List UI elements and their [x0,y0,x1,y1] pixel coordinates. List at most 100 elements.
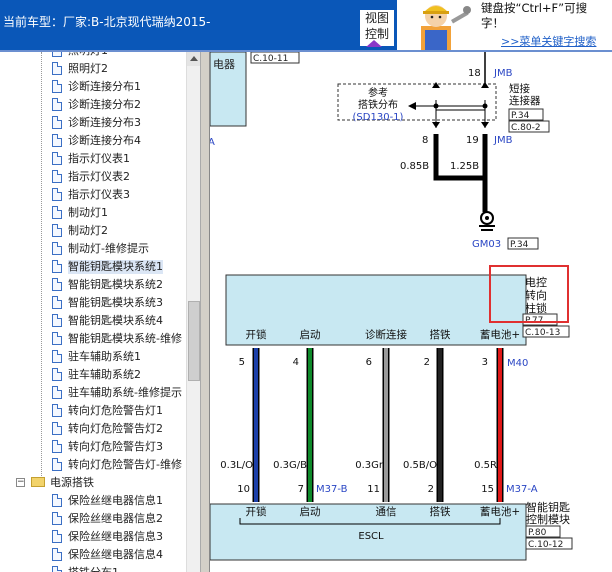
document-icon [52,242,62,255]
tree-item-label: 转向灯危险警告灯-维修 [68,458,182,471]
tree-item[interactable]: 诊断连接分布3 [0,114,186,132]
keyword-search-link[interactable]: >>菜单关键字搜索 [501,33,596,49]
smart-key-module-name: 智能钥匙 [526,500,570,514]
pin-label: 4 [293,357,299,368]
pin-label: 3 [482,357,488,368]
collapse-toggle-icon[interactable]: − [16,478,25,487]
tree-item[interactable]: 指示灯仪表2 [0,168,186,186]
tree-scrollbar[interactable] [186,52,201,572]
document-icon [52,404,62,417]
pin-label: 7 [298,484,304,495]
top-module-text: 电器 [213,58,235,71]
title-bar: 当前车型：厂家:B-北京现代瑞纳2015- 视图 控制 键盘按“Ctrl+F”可… [0,0,612,50]
tree-item-label: 制动灯1 [68,206,108,219]
tree-item[interactable]: 诊断连接分布1 [0,78,186,96]
pin-label: 19 [466,135,479,146]
document-icon [52,62,62,75]
tree-item[interactable]: 保险丝继电器信息1 [0,492,186,510]
ground-icon [485,216,489,220]
tree-item-label: 智能钥匙模块系统2 [68,278,163,291]
tree-item[interactable]: 照明灯1 [0,52,186,60]
tree-item[interactable]: 驻车辅助系统-维修提示 [0,384,186,402]
tree-item-label: 驻车辅助系统-维修提示 [68,386,182,399]
view-control-button[interactable]: 视图 控制 [360,10,394,47]
ref-box-text: 搭铁分布 [358,98,398,111]
tree-item-label: 指示灯仪表1 [68,152,130,165]
tree-item[interactable]: 转向灯危险警告灯3 [0,438,186,456]
tree-item[interactable]: 指示灯仪表3 [0,186,186,204]
junction-dot [433,103,439,109]
escl-label: ESCL [358,531,384,542]
short-connector-label: 连接器 [509,94,541,107]
document-icon [52,134,62,147]
search-hint-panel: 键盘按“Ctrl+F”可搜 字！ >>菜单关键字搜索 [397,0,612,50]
pin-function-label: 蓄电池+ [480,505,520,518]
wire-gauge: 0.5B/O [403,460,437,471]
triangle-icon [366,40,382,47]
tree-folder-label: 电源搭铁 [50,476,94,489]
smart-key-module-name: 控制模块 [526,512,570,526]
tree-item-label: 制动灯-维修提示 [68,242,149,255]
tree-item[interactable]: 照明灯2 [0,60,186,78]
wire-gauge: 0.5R [474,460,497,471]
tree-item[interactable]: 智能钥匙模块系统3 [0,294,186,312]
tree-item-label: 保险丝继电器信息2 [68,512,163,525]
mechanic-mascot-icon [421,5,471,50]
panel-splitter[interactable] [200,52,210,572]
tree-item[interactable]: 制动灯-维修提示 [0,240,186,258]
ref-box-text: (SD130-1) [353,112,404,123]
tree-item[interactable]: 智能钥匙模块系统2 [0,276,186,294]
tree-item[interactable]: 诊断连接分布2 [0,96,186,114]
ref-box-text: 参考 [368,86,388,99]
scroll-up-arrow-icon[interactable] [187,52,201,66]
tree-item[interactable]: 智能钥匙模块系统-维修 [0,330,186,348]
scroll-thumb[interactable] [188,300,200,381]
tree-item[interactable]: 转向灯危险警告灯-维修 [0,456,186,474]
tree-item-label: 指示灯仪表3 [68,188,130,201]
pin-function-label: 开锁 [246,505,267,518]
arrow-icon [432,122,440,128]
tree-item[interactable]: 智能钥匙模块系统4 [0,312,186,330]
pin-label: 2 [428,484,434,495]
escl-module-name: 电控 [525,275,547,289]
edge-letter: A [210,137,215,148]
document-icon [52,494,62,507]
connector-label: M37-B [316,484,348,495]
document-icon [52,314,62,327]
tree-item[interactable]: 制动灯2 [0,222,186,240]
pin-label: 15 [481,484,494,495]
tree-item[interactable]: 制动灯1 [0,204,186,222]
tree-item-label: 驻车辅助系统2 [68,368,141,381]
tree-item[interactable]: 转向灯危险警告灯2 [0,420,186,438]
wire-gauge: 0.3L/O [220,460,253,471]
tree-item[interactable]: 智能钥匙模块系统1 [0,258,186,276]
tree-folder-power-ground[interactable]: − 电源搭铁 [0,474,186,492]
tree-item-label: 照明灯2 [68,62,108,75]
tree-item-label: 指示灯仪表2 [68,170,130,183]
search-hint-text-2: 字！ [481,16,504,30]
tree-item-label: 转向灯危险警告灯1 [68,404,163,417]
tree-item[interactable]: 转向灯危险警告灯1 [0,402,186,420]
connector-label: JMB [493,68,513,79]
pin-function-label: 开锁 [246,328,267,341]
tree-item[interactable]: 保险丝继电器信息2 [0,510,186,528]
pin-label: 18 [468,68,481,79]
tree-item[interactable]: 驻车辅助系统1 [0,348,186,366]
pin-function-label: 搭铁 [430,328,451,341]
wire-gauge: 1.25B [450,161,479,172]
document-icon [52,386,62,399]
tree-item[interactable]: 保险丝继电器信息3 [0,528,186,546]
tree-item[interactable]: 诊断连接分布4 [0,132,186,150]
tree-item[interactable]: 指示灯仪表1 [0,150,186,168]
tree-item[interactable]: 保险丝继电器信息4 [0,546,186,564]
wiring-diagram: 电器C.10-11AA18JMB短接连接器P.34C.80-2参考搭铁分布(SD… [210,52,612,572]
tree-item[interactable]: 驻车辅助系统2 [0,366,186,384]
tree-item[interactable]: 搭铁分布1 [0,564,186,572]
ref-text: P.34 [511,111,530,121]
document-icon [52,52,62,57]
pin-label: 8 [422,135,428,146]
ref-text: P.34 [510,240,529,250]
pin-label: 5 [239,357,245,368]
document-icon [52,368,62,381]
pin-function-label: 搭铁 [430,505,451,518]
